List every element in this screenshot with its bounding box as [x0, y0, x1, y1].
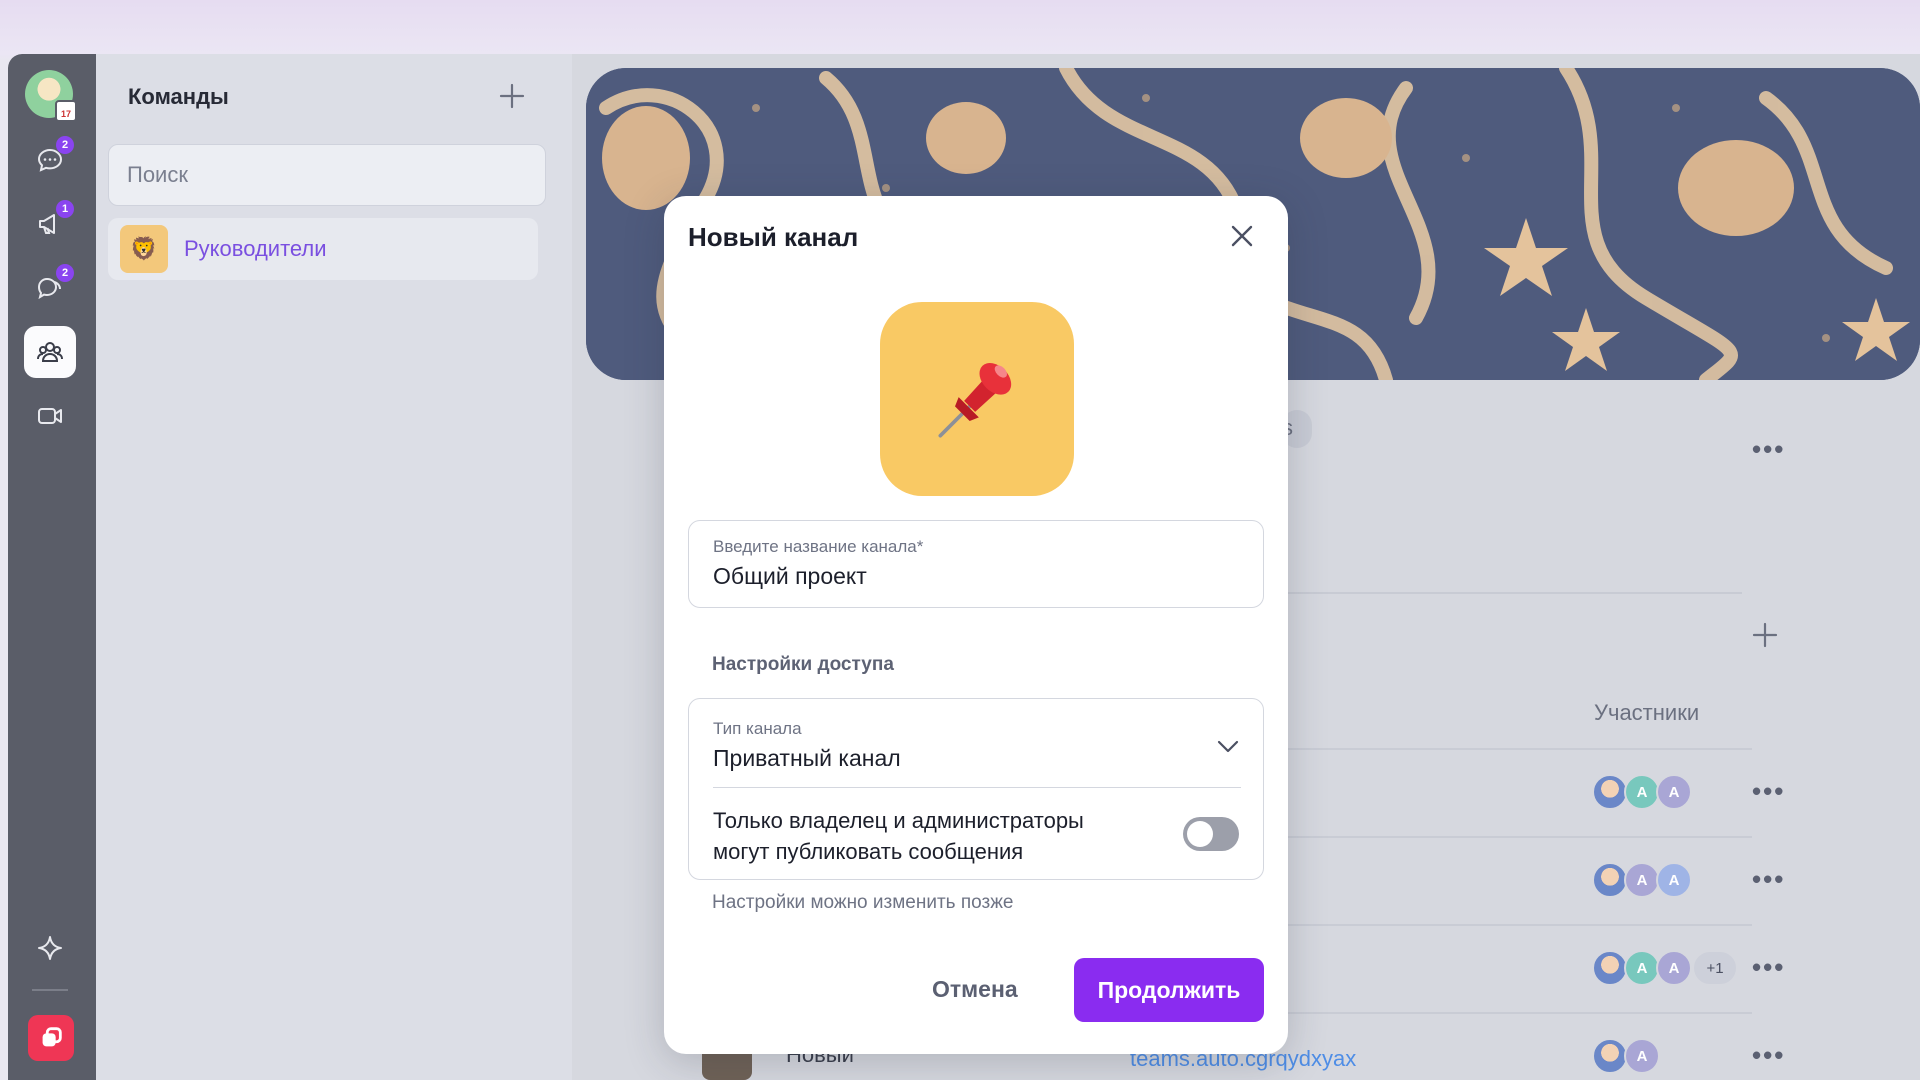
pushpin-icon	[938, 363, 1012, 438]
nav-rail: 17 2 1 2	[8, 54, 96, 1080]
cancel-button[interactable]: Отмена	[916, 966, 1034, 1013]
divider	[713, 787, 1241, 788]
team-avatar: 🦁	[120, 225, 168, 273]
calendar-day: 17	[60, 109, 71, 119]
rail-teams-button[interactable]	[24, 326, 76, 378]
participant-avatars: A A +1	[1592, 950, 1738, 986]
avatar: A	[1624, 950, 1660, 986]
participant-avatars: A	[1592, 1038, 1660, 1074]
channel-type-label: Тип канала	[713, 719, 802, 738]
close-icon[interactable]	[1224, 218, 1260, 254]
admin-only-posting-toggle[interactable]	[1183, 817, 1239, 851]
channel-name-input[interactable]	[713, 563, 1233, 590]
threads-badge: 2	[56, 264, 74, 282]
participants-column-header: Участники	[1594, 700, 1700, 725]
row-more-button[interactable]: •••	[1752, 776, 1785, 807]
avatar: A	[1624, 862, 1660, 898]
sidebar-title: Команды	[128, 84, 229, 109]
row-more-button[interactable]: •••	[1752, 864, 1785, 895]
rail-channels-button[interactable]: 1	[24, 198, 76, 250]
participant-avatars: A A	[1592, 774, 1692, 810]
add-channel-icon[interactable]	[1750, 620, 1780, 650]
teams-icon	[37, 342, 63, 362]
avatar	[1592, 1038, 1628, 1074]
chevron-down-icon[interactable]	[1213, 731, 1243, 761]
settings-hint: Настройки можно изменить позже	[712, 892, 1014, 913]
avatar: A	[1656, 774, 1692, 810]
new-channel-dialog: Новый канал Введите название канала* Нас…	[664, 196, 1288, 1054]
user-avatar[interactable]: 17	[25, 70, 77, 122]
avatar: A	[1656, 950, 1692, 986]
rail-meetings-button[interactable]	[24, 390, 76, 442]
channel-name-label: Введите название канала*	[713, 537, 924, 556]
row-more-button[interactable]: •••	[1752, 952, 1785, 983]
row-more-button[interactable]: •••	[1752, 1040, 1785, 1071]
team-more-button[interactable]: •••	[1752, 434, 1785, 465]
admin-only-posting-label: Только владелец и администраторы могут п…	[713, 808, 1084, 864]
app-window: 17 2 1 2 Команды Поиск 🦁 Руководители ••…	[8, 54, 1920, 1080]
rail-ai-button[interactable]	[24, 922, 76, 974]
channel-type-value: Приватный канал	[713, 745, 901, 771]
rail-chats-button[interactable]: 2	[24, 134, 76, 186]
access-settings-title: Настройки доступа	[712, 654, 894, 675]
avatar: A	[1656, 862, 1692, 898]
channel-name-field[interactable]: Введите название канала*	[688, 520, 1264, 608]
app-logo-icon	[42, 1027, 62, 1047]
channels-badge: 1	[56, 200, 74, 218]
search-input[interactable]	[108, 144, 546, 206]
video-camera-icon	[38, 408, 62, 424]
avatar: A	[1624, 1038, 1660, 1074]
continue-button[interactable]: Продолжить	[1074, 958, 1264, 1022]
rail-threads-button[interactable]: 2	[24, 262, 76, 314]
channel-avatar-picker[interactable]	[880, 302, 1074, 496]
dialog-title: Новый канал	[688, 222, 859, 252]
avatar	[1592, 774, 1628, 810]
avatar: A	[1624, 774, 1660, 810]
avatar	[1592, 862, 1628, 898]
participant-avatars: A A	[1592, 862, 1692, 898]
add-team-icon[interactable]	[496, 80, 528, 112]
access-settings-box: Тип канала Приватный канал Только владел…	[688, 698, 1264, 880]
chats-badge: 2	[56, 136, 74, 154]
team-list-item[interactable]: 🦁 Руководители	[108, 218, 538, 280]
rail-divider	[32, 989, 68, 991]
more-participants-badge[interactable]: +1	[1692, 950, 1738, 986]
team-name: Руководители	[184, 236, 327, 261]
avatar	[1592, 950, 1628, 986]
calendar-icon: 17	[55, 100, 77, 122]
app-logo-button[interactable]	[28, 1015, 74, 1061]
teams-sidebar: Команды 🦁 Руководители	[96, 54, 572, 1080]
sparkle-icon	[38, 936, 62, 960]
toggle-knob	[1187, 821, 1213, 847]
